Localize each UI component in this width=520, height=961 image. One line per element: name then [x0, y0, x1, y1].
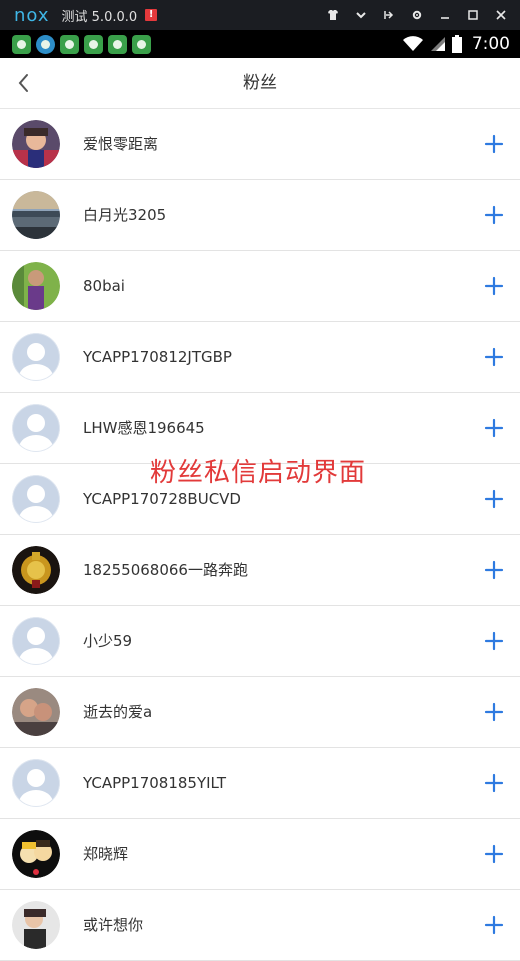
plus-icon: [484, 631, 504, 651]
page-title: 粉丝: [243, 73, 277, 93]
fan-list: 爱恨零距离 白月光3205 80bai YCAPP170812JTGBP LHW感恩19…: [0, 109, 520, 961]
app-notification-icon: [84, 34, 103, 54]
status-indicators: 7:00: [402, 30, 510, 58]
battery-icon: [451, 35, 462, 53]
plus-icon: [484, 489, 504, 509]
app-notification-icon: [108, 34, 127, 54]
avatar[interactable]: [12, 688, 60, 736]
list-item[interactable]: 逝去的爱a: [0, 677, 520, 748]
list-item[interactable]: 18255068066一路奔跑: [0, 535, 520, 606]
maximize-icon[interactable]: [462, 4, 484, 26]
wifi-icon: [402, 36, 423, 51]
fan-name: 郑晓辉: [83, 845, 129, 863]
list-item[interactable]: YCAPP170812JTGBP: [0, 322, 520, 393]
fan-name: YCAPP170812JTGBP: [83, 348, 232, 366]
plus-icon: [484, 347, 504, 367]
avatar[interactable]: [12, 120, 60, 168]
app-notification-icon: [36, 34, 55, 54]
avatar[interactable]: [12, 191, 60, 239]
plus-icon: [484, 276, 504, 296]
avatar[interactable]: [12, 546, 60, 594]
follow-button[interactable]: [484, 702, 504, 722]
android-status-bar: 7:00: [0, 30, 520, 58]
follow-button[interactable]: [484, 844, 504, 864]
emulator-title-bar: nox 测试 5.0.0.0 !: [0, 0, 520, 30]
plus-icon: [484, 915, 504, 935]
list-item[interactable]: 爱恨零距离: [0, 109, 520, 180]
plus-icon: [484, 560, 504, 580]
close-icon[interactable]: [490, 4, 512, 26]
fan-name: 爱恨零距离: [83, 135, 159, 153]
follow-button[interactable]: [484, 773, 504, 793]
follow-button[interactable]: [484, 276, 504, 296]
list-item[interactable]: 郑晓辉: [0, 819, 520, 890]
avatar[interactable]: [12, 333, 60, 381]
notification-icons: [12, 34, 151, 54]
fan-name: 18255068066一路奔跑: [83, 561, 248, 579]
follow-button[interactable]: [484, 347, 504, 367]
avatar[interactable]: [12, 262, 60, 310]
list-item[interactable]: 或许想你: [0, 890, 520, 961]
clock: 7:00: [471, 34, 510, 54]
signal-icon: [430, 37, 445, 51]
avatar[interactable]: [12, 617, 60, 665]
fan-name: 逝去的爱a: [83, 703, 153, 721]
shirt-icon[interactable]: [322, 4, 344, 26]
list-item[interactable]: 小少59: [0, 606, 520, 677]
chevron-down-icon[interactable]: [350, 4, 372, 26]
app-header: 粉丝: [0, 58, 520, 109]
fan-name: YCAPP1708185YILT: [83, 774, 227, 792]
plus-icon: [484, 418, 504, 438]
avatar[interactable]: [12, 830, 60, 878]
emulator-title: 测试 5.0.0.0: [61, 9, 138, 25]
fan-name: 80bai: [83, 277, 125, 295]
nox-logo: nox: [14, 4, 50, 26]
avatar[interactable]: [12, 759, 60, 807]
follow-button[interactable]: [484, 205, 504, 225]
pin-icon[interactable]: [378, 4, 400, 26]
list-item[interactable]: 80bai: [0, 251, 520, 322]
app-notification-icon: [132, 34, 151, 54]
follow-button[interactable]: [484, 915, 504, 935]
minimize-icon[interactable]: [434, 4, 456, 26]
follow-button[interactable]: [484, 631, 504, 651]
overlay-caption: 粉丝私信启动界面: [150, 458, 367, 488]
avatar[interactable]: [12, 404, 60, 452]
avatar[interactable]: [12, 475, 60, 523]
app-notification-icon: [60, 34, 79, 54]
alert-badge[interactable]: !: [145, 9, 158, 21]
follow-button[interactable]: [484, 560, 504, 580]
plus-icon: [484, 134, 504, 154]
emulator-window-controls: [322, 0, 512, 30]
avatar[interactable]: [12, 901, 60, 949]
plus-icon: [484, 844, 504, 864]
fan-name: 小少59: [83, 632, 133, 650]
plus-icon: [484, 205, 504, 225]
fan-name: 或许想你: [83, 916, 144, 934]
plus-icon: [484, 773, 504, 793]
follow-button[interactable]: [484, 418, 504, 438]
list-item[interactable]: YCAPP1708185YILT: [0, 748, 520, 819]
follow-button[interactable]: [484, 489, 504, 509]
plus-icon: [484, 702, 504, 722]
app-notification-icon: [12, 34, 31, 54]
fan-name: 白月光3205: [83, 206, 167, 224]
list-item[interactable]: 白月光3205: [0, 180, 520, 251]
follow-button[interactable]: [484, 134, 504, 154]
gear-icon[interactable]: [406, 4, 428, 26]
